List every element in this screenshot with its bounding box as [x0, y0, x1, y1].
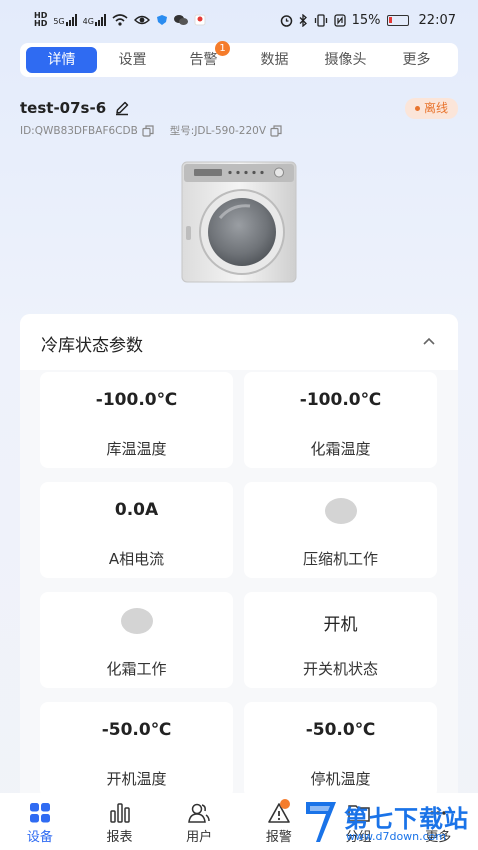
status-indicator-icon	[324, 498, 357, 524]
status-bar-right: 15% 22:07	[280, 13, 456, 28]
nav-label: 用户	[186, 830, 213, 845]
tab-label: 告警	[189, 52, 218, 68]
param-value: -100.0℃	[95, 390, 178, 410]
wifi-icon	[112, 14, 128, 26]
param-label: 停机温度	[310, 770, 371, 788]
param-label: 化霜工作	[106, 660, 167, 678]
status-text: 离线	[423, 101, 448, 115]
card-title: 冷库状态参数	[41, 336, 143, 356]
param-cell: 开机 开关机状态	[244, 592, 437, 688]
status-dot	[414, 106, 420, 111]
battery-icon	[386, 15, 409, 26]
param-cell: -100.0℃ 库温温度	[40, 372, 233, 468]
watermark-title: 第七下载站	[344, 805, 469, 833]
users-icon	[188, 803, 210, 823]
param-value: -50.0℃	[101, 720, 172, 740]
device-image	[181, 161, 297, 283]
bluetooth-icon	[299, 14, 307, 27]
edit-icon[interactable]	[114, 100, 130, 116]
watermark-logo-icon	[306, 802, 336, 842]
param-value: 0.0A	[114, 500, 159, 520]
status-indicator-icon	[120, 608, 153, 634]
device-name: test-07s-6	[20, 99, 107, 117]
param-label: 开机温度	[106, 770, 167, 788]
tab-label: 数据	[260, 52, 289, 68]
param-cell: -50.0℃ 停机温度	[244, 702, 437, 798]
parameter-grid: -100.0℃ 库温温度 -100.0℃ 化霜温度 0.0A A相电流 压缩机工…	[40, 372, 438, 798]
nav-label: 报警	[265, 830, 292, 845]
wechat-icon	[173, 15, 188, 25]
tab-bar: 详情 设置 告警 1 数据 摄像头 更多	[20, 41, 458, 77]
tab-data[interactable]: 数据	[239, 47, 310, 73]
eye-icon	[133, 15, 150, 25]
tab-camera[interactable]: 摄像头	[310, 47, 381, 73]
tab-more[interactable]: 更多	[381, 47, 452, 73]
bar-chart-icon	[109, 803, 130, 823]
watermark-url: www.d7down.com	[346, 830, 447, 843]
device-meta: ID:QWB83DFBAF6CDB 型号:JDL-590-220V	[20, 123, 294, 138]
param-value: -50.0℃	[305, 720, 376, 740]
nfc-icon	[333, 14, 346, 27]
signal-bars-icon	[94, 14, 106, 26]
tab-settings[interactable]: 设置	[97, 47, 168, 73]
tab-alarms[interactable]: 告警 1	[168, 41, 239, 73]
device-id: ID:QWB83DFBAF6CDB	[20, 124, 138, 137]
nav-label: 设备	[26, 830, 53, 845]
cold-storage-card: 冷库状态参数 -100.0℃ 库温温度 -100.0℃ 化霜温度 0.0A A相…	[20, 314, 458, 834]
tab-label: 设置	[118, 52, 147, 68]
param-cell: 压缩机工作	[244, 482, 437, 578]
clock: 22:07	[418, 13, 456, 28]
signal-4g: 4G	[83, 14, 106, 26]
grid-icon	[29, 803, 50, 823]
param-label: 库温温度	[106, 440, 167, 458]
device-model: 型号:JDL-590-220V	[169, 125, 267, 137]
hd-icon: HD HD	[34, 11, 48, 28]
chevron-up-icon[interactable]	[422, 336, 436, 346]
alarm-icon	[280, 15, 292, 27]
tab-label: 摄像头	[324, 52, 367, 68]
tab-label: 详情	[47, 52, 76, 68]
param-label: A相电流	[108, 550, 165, 568]
shield-app-icon	[156, 15, 167, 25]
signal-bars-icon	[65, 14, 77, 26]
param-cell: 化霜工作	[40, 592, 233, 688]
param-cell: -50.0℃ 开机温度	[40, 702, 233, 798]
vibrate-icon	[314, 14, 327, 27]
param-label: 化霜温度	[310, 440, 371, 458]
tab-details[interactable]: 详情	[26, 47, 97, 73]
status-badge: 离线	[404, 98, 458, 119]
nav-label: 报表	[106, 830, 133, 845]
nav-users[interactable]: 用户	[159, 793, 239, 850]
param-value: 开机	[323, 615, 358, 635]
copy-icon[interactable]	[270, 124, 282, 137]
status-bar: HD HD 5G 4G 15% 22:07	[0, 0, 478, 44]
device-name-row: test-07s-6	[20, 99, 130, 117]
tab-label: 更多	[402, 52, 431, 68]
nav-devices[interactable]: 设备	[0, 793, 80, 850]
param-label: 开关机状态	[302, 660, 378, 678]
param-label: 压缩机工作	[302, 550, 378, 568]
nav-reports[interactable]: 报表	[80, 793, 160, 850]
card-header[interactable]: 冷库状态参数	[20, 314, 458, 370]
param-cell: -100.0℃ 化霜温度	[244, 372, 437, 468]
alarm-count-badge: 1	[215, 41, 230, 56]
param-cell: 0.0A A相电流	[40, 482, 233, 578]
watermark: 第七下载站 www.d7down.com	[296, 796, 478, 850]
param-value: -100.0℃	[299, 390, 382, 410]
battery-percent: 15%	[351, 13, 381, 28]
signal-5g: 5G	[53, 14, 77, 26]
status-bar-left: HD HD 5G 4G	[34, 12, 206, 28]
copy-icon[interactable]	[142, 124, 154, 137]
app-notification-icon	[194, 14, 206, 26]
